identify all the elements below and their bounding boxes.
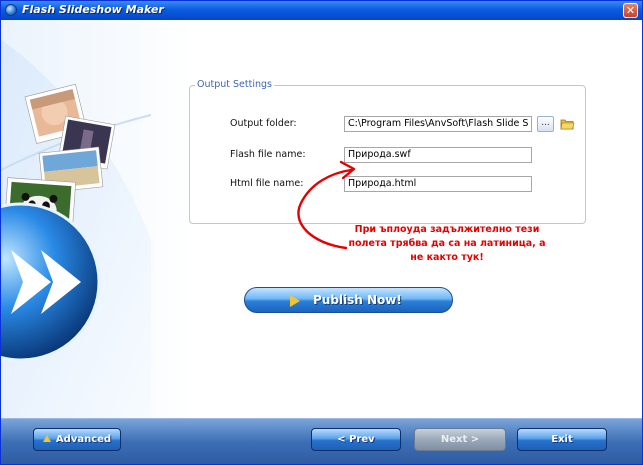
publish-now-label: Publish Now!: [313, 293, 402, 307]
browse-dots-icon[interactable]: ...: [537, 116, 554, 132]
advanced-triangle-icon: [42, 435, 51, 442]
title-bar[interactable]: Flash Slideshow Maker ✕: [1, 1, 642, 20]
app-icon: [5, 4, 17, 16]
publish-now-button[interactable]: Publish Now!: [244, 287, 453, 313]
main-content: Output Settings Output folder: C:\Progra…: [1, 20, 642, 418]
window-title: Flash Slideshow Maker: [22, 3, 164, 16]
annotation-line-3: не както тук!: [410, 252, 484, 263]
app-window: Flash Slideshow Maker ✕ Output Settings …: [0, 0, 643, 465]
folder-icon[interactable]: [560, 117, 575, 130]
footer-bar: Advanced < Prev Next > Exit: [1, 418, 642, 464]
exit-button[interactable]: Exit: [517, 428, 607, 451]
advanced-label: Advanced: [55, 434, 112, 445]
output-folder-field[interactable]: C:\Program Files\AnvSoft\Flash Slide S: [344, 116, 532, 132]
annotation-note: При ъплоуда задължително тези полета тря…: [341, 223, 553, 265]
next-button[interactable]: Next >: [414, 428, 506, 451]
annotation-line-1: При ъплоуда задължително тези: [354, 224, 540, 235]
close-icon[interactable]: ✕: [623, 3, 638, 18]
advanced-button[interactable]: Advanced: [33, 428, 121, 451]
decorative-photos-art: [1, 40, 151, 418]
prev-button[interactable]: < Prev: [311, 428, 401, 451]
annotation-line-2: полета трябва да са на латиница, а: [348, 238, 546, 249]
output-settings-legend: Output Settings: [195, 79, 274, 90]
output-folder-label: Output folder:: [230, 118, 297, 129]
publish-arrow-icon: [290, 295, 300, 307]
